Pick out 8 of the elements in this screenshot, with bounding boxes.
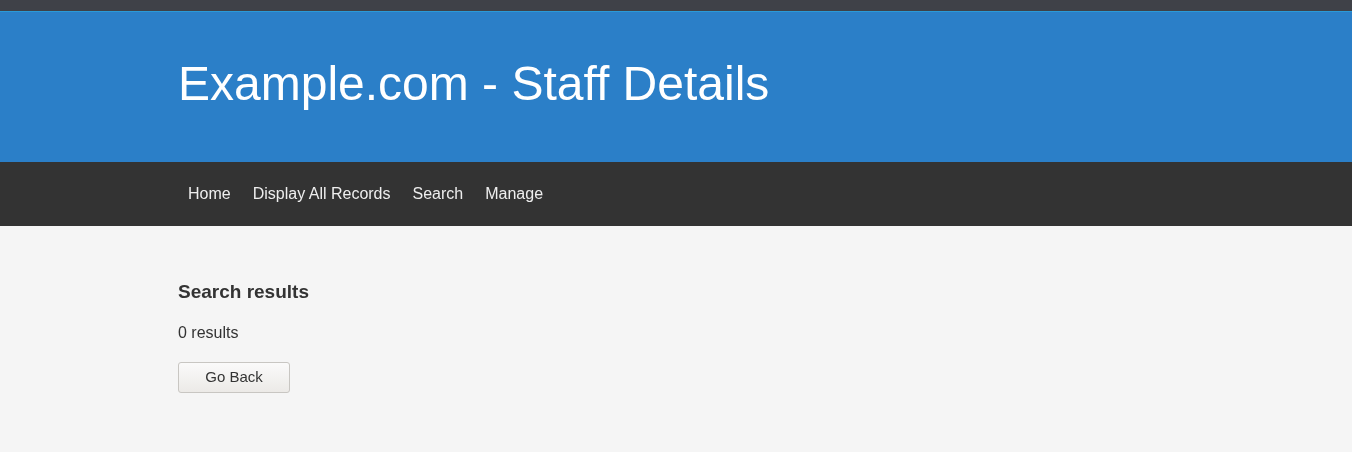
results-count: 0 results xyxy=(178,322,239,343)
nav-link[interactable]: Manage xyxy=(474,174,555,214)
nav-link[interactable]: Display All Records xyxy=(241,174,402,214)
nav-link[interactable]: Home xyxy=(177,174,242,214)
page-title: Example.com - Staff Details xyxy=(178,60,770,112)
nav-link[interactable]: Search xyxy=(401,174,475,214)
results-heading: Search results xyxy=(178,280,309,304)
go-back-button[interactable]: Go Back xyxy=(178,361,290,393)
